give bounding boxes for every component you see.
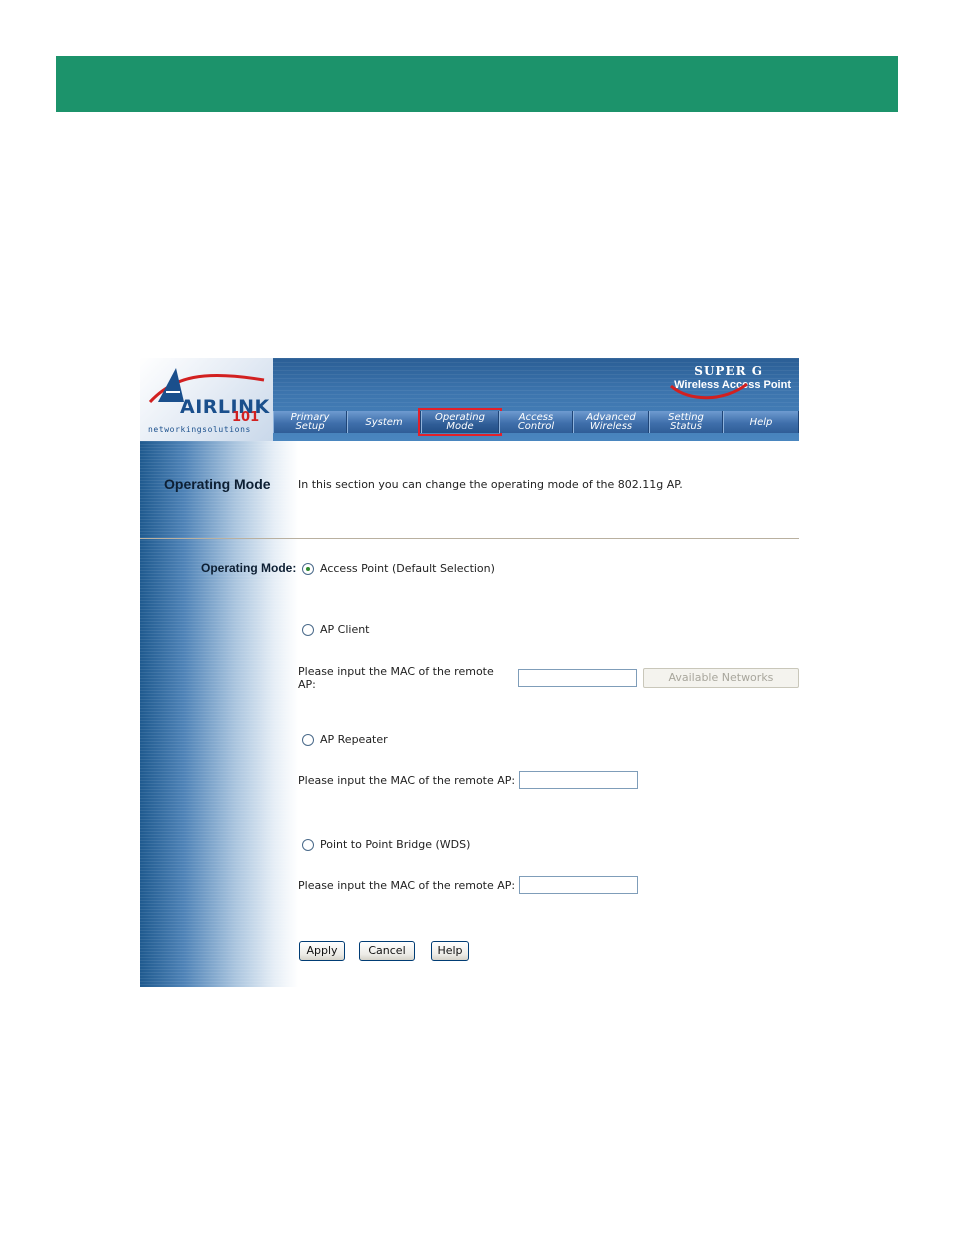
tab-label-line2: Mode: [446, 421, 474, 432]
top-banner: [56, 56, 898, 112]
option-ap-client[interactable]: AP Client: [302, 623, 370, 636]
available-networks-button[interactable]: Available Networks: [642, 668, 799, 688]
nav-tabs: Primary Setup System Operating Mode Access…: [273, 408, 799, 436]
tab-label-line2: Setup: [295, 421, 325, 432]
radio-wds-bridge[interactable]: [302, 838, 314, 851]
tab-help[interactable]: Help: [723, 411, 799, 433]
tab-label-line2: Wireless: [589, 421, 633, 432]
wds-mac-row: Please input the MAC of the remote AP:: [298, 876, 639, 894]
option-label: Access Point (Default Selection): [320, 562, 495, 575]
radio-ap-client[interactable]: [302, 623, 314, 636]
cancel-button[interactable]: Cancel: [359, 941, 415, 961]
ap-repeater-mac-row: Please input the MAC of the remote AP:: [298, 771, 639, 789]
router-admin-screenshot: AIRLINK 101 networkingsolutions SUPER G …: [140, 358, 799, 987]
tab-access-control[interactable]: Access Control: [499, 411, 573, 433]
radio-ap-repeater[interactable]: [302, 733, 314, 746]
option-label: AP Repeater: [320, 733, 388, 746]
option-ap-repeater[interactable]: AP Repeater: [302, 733, 388, 746]
tab-label-line2: Status: [670, 421, 702, 432]
mac-prompt: Please input the MAC of the remote AP:: [298, 773, 516, 787]
tab-setting-status[interactable]: Setting Status: [649, 411, 723, 433]
apply-button[interactable]: Apply: [299, 941, 345, 961]
page-description: In this section you can change the opera…: [298, 478, 683, 491]
divider: [140, 538, 799, 539]
radio-access-point[interactable]: [302, 562, 314, 575]
mac-prompt: Please input the MAC of the remote AP:: [298, 878, 516, 892]
ap-repeater-mac-input[interactable]: [519, 771, 639, 789]
tab-advanced-wireless[interactable]: Advanced Wireless: [573, 411, 649, 433]
option-label: AP Client: [320, 623, 370, 636]
form-buttons: Apply Cancel Help: [299, 941, 469, 961]
logo: AIRLINK 101 networkingsolutions: [140, 358, 273, 441]
tab-operating-mode[interactable]: Operating Mode: [418, 408, 502, 436]
tab-primary-setup[interactable]: Primary Setup: [273, 411, 347, 433]
ap-client-mac-input[interactable]: [517, 669, 637, 687]
tab-label-line2: Control: [517, 421, 555, 432]
option-wds-bridge[interactable]: Point to Point Bridge (WDS): [302, 838, 470, 851]
brand-super-g: SUPER G: [694, 364, 763, 378]
help-button[interactable]: Help: [431, 941, 469, 961]
tab-label: System: [365, 416, 403, 428]
option-access-point[interactable]: Access Point (Default Selection): [302, 562, 495, 575]
logo-tagline: networkingsolutions: [148, 425, 251, 434]
sidebar-texture: [140, 441, 298, 987]
tab-label: Help: [749, 416, 773, 428]
ap-client-mac-row: Please input the MAC of the remote AP: A…: [298, 665, 799, 691]
brand-swoosh-icon: [670, 382, 748, 400]
page-title: Operating Mode: [164, 476, 271, 492]
option-label: Point to Point Bridge (WDS): [320, 838, 471, 851]
wds-mac-input[interactable]: [519, 876, 639, 894]
logo-number: 101: [232, 410, 260, 425]
operating-mode-label: Operating Mode:: [201, 561, 297, 575]
mac-prompt: Please input the MAC of the remote AP:: [298, 665, 494, 691]
tab-system[interactable]: System: [347, 411, 421, 433]
